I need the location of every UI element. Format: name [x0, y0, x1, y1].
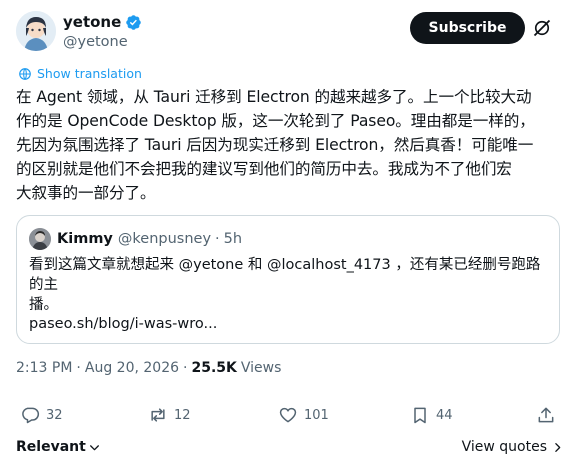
view-quotes-link[interactable]: View quotes	[462, 439, 564, 455]
avatar[interactable]	[16, 11, 56, 51]
views-label: Views	[240, 360, 282, 376]
meta-separator-dot: ·	[183, 360, 188, 376]
quoted-tweet-header: Kimmy @kenpusney · 5h	[29, 228, 242, 250]
tweet-date[interactable]: Aug 20, 2026	[85, 360, 179, 376]
repost-icon	[151, 408, 165, 422]
show-translation-link[interactable]: Show translation	[18, 66, 142, 81]
action-bar: 32 12 101 44	[16, 405, 560, 429]
share-button[interactable]	[536, 405, 562, 425]
translate-globe-icon	[19, 67, 31, 80]
author-display-name-row[interactable]: yetone	[63, 12, 142, 32]
tweet-text: 在 Agent 领域，从 Tauri 迁移到 Electron 的越来越多了。上…	[16, 85, 568, 205]
subscribe-button[interactable]: Subscribe	[410, 12, 525, 44]
like-button[interactable]: 101	[278, 405, 329, 425]
quoted-display-name[interactable]: Kimmy	[57, 231, 113, 247]
reply-button[interactable]: 32	[20, 405, 63, 425]
grok-icon[interactable]	[532, 18, 552, 38]
reply-count: 32	[46, 407, 63, 423]
quoted-separator-dot: ·	[215, 231, 220, 247]
tweet-text-line: 在 Agent 领域，从 Tauri 迁移到 Electron 的越来越多了。上…	[16, 88, 532, 106]
tweet-text-line: 作的是 OpenCode Desktop 版，这一次轮到了 Paseo。理由都是…	[16, 112, 535, 130]
tweet-time[interactable]: 2:13 PM	[16, 360, 72, 376]
repost-button[interactable]: 12	[148, 405, 191, 425]
reply-icon	[22, 407, 40, 424]
bookmark-button[interactable]: 44	[410, 405, 453, 425]
author-handle[interactable]: @yetone	[63, 33, 142, 52]
tweet-text-line: 先因为氛围选择了 Tauri 后因为现实迁移到 Electron，然后真香！可能…	[16, 136, 534, 154]
show-translation-label[interactable]: Show translation	[37, 66, 142, 81]
quoted-time[interactable]: 5h	[224, 231, 242, 247]
author-display-name[interactable]: yetone	[63, 12, 121, 32]
tweet-text-line: 大叙事的一部分了。	[16, 184, 156, 202]
quoted-text-line: 播。	[29, 297, 58, 313]
chevron-down-icon	[89, 444, 99, 450]
tweet-meta: 2:13 PM · Aug 20, 2026 · 25.5K Views	[16, 360, 281, 376]
tweet-text-line: 的区别就是他们不会把我的建议写到他们的简历中去。我成为不了他们宏	[16, 160, 512, 178]
view-quotes-label[interactable]: View quotes	[462, 439, 547, 455]
relevant-sort-dropdown[interactable]: Relevant	[16, 439, 101, 455]
quoted-tweet-card[interactable]: Kimmy @kenpusney · 5h 看到这篇文章就想起来 @yetone…	[16, 215, 560, 344]
like-icon	[279, 407, 297, 423]
bookmark-icon	[414, 407, 426, 424]
bookmark-count: 44	[436, 407, 453, 423]
quoted-text-line: 看到这篇文章就想起来 @yetone 和 @localhost_4173 ，还有…	[29, 257, 541, 293]
views-count: 25.5K	[191, 360, 237, 376]
repost-count: 12	[174, 407, 191, 423]
quoted-text: 看到这篇文章就想起来 @yetone 和 @localhost_4173 ，还有…	[29, 255, 549, 315]
share-icon	[538, 407, 554, 423]
relevant-label[interactable]: Relevant	[16, 439, 86, 455]
quoted-avatar[interactable]	[29, 228, 51, 250]
chevron-right-icon	[555, 442, 561, 452]
verified-badge-icon	[126, 14, 142, 30]
tweet-header: yetone @yetone Subscribe	[16, 10, 560, 54]
quoted-handle[interactable]: @kenpusney	[118, 231, 211, 247]
meta-separator-dot: ·	[76, 360, 81, 376]
like-count: 101	[304, 407, 329, 423]
quoted-link[interactable]: paseo.sh/blog/i-was-wro...	[29, 314, 217, 334]
